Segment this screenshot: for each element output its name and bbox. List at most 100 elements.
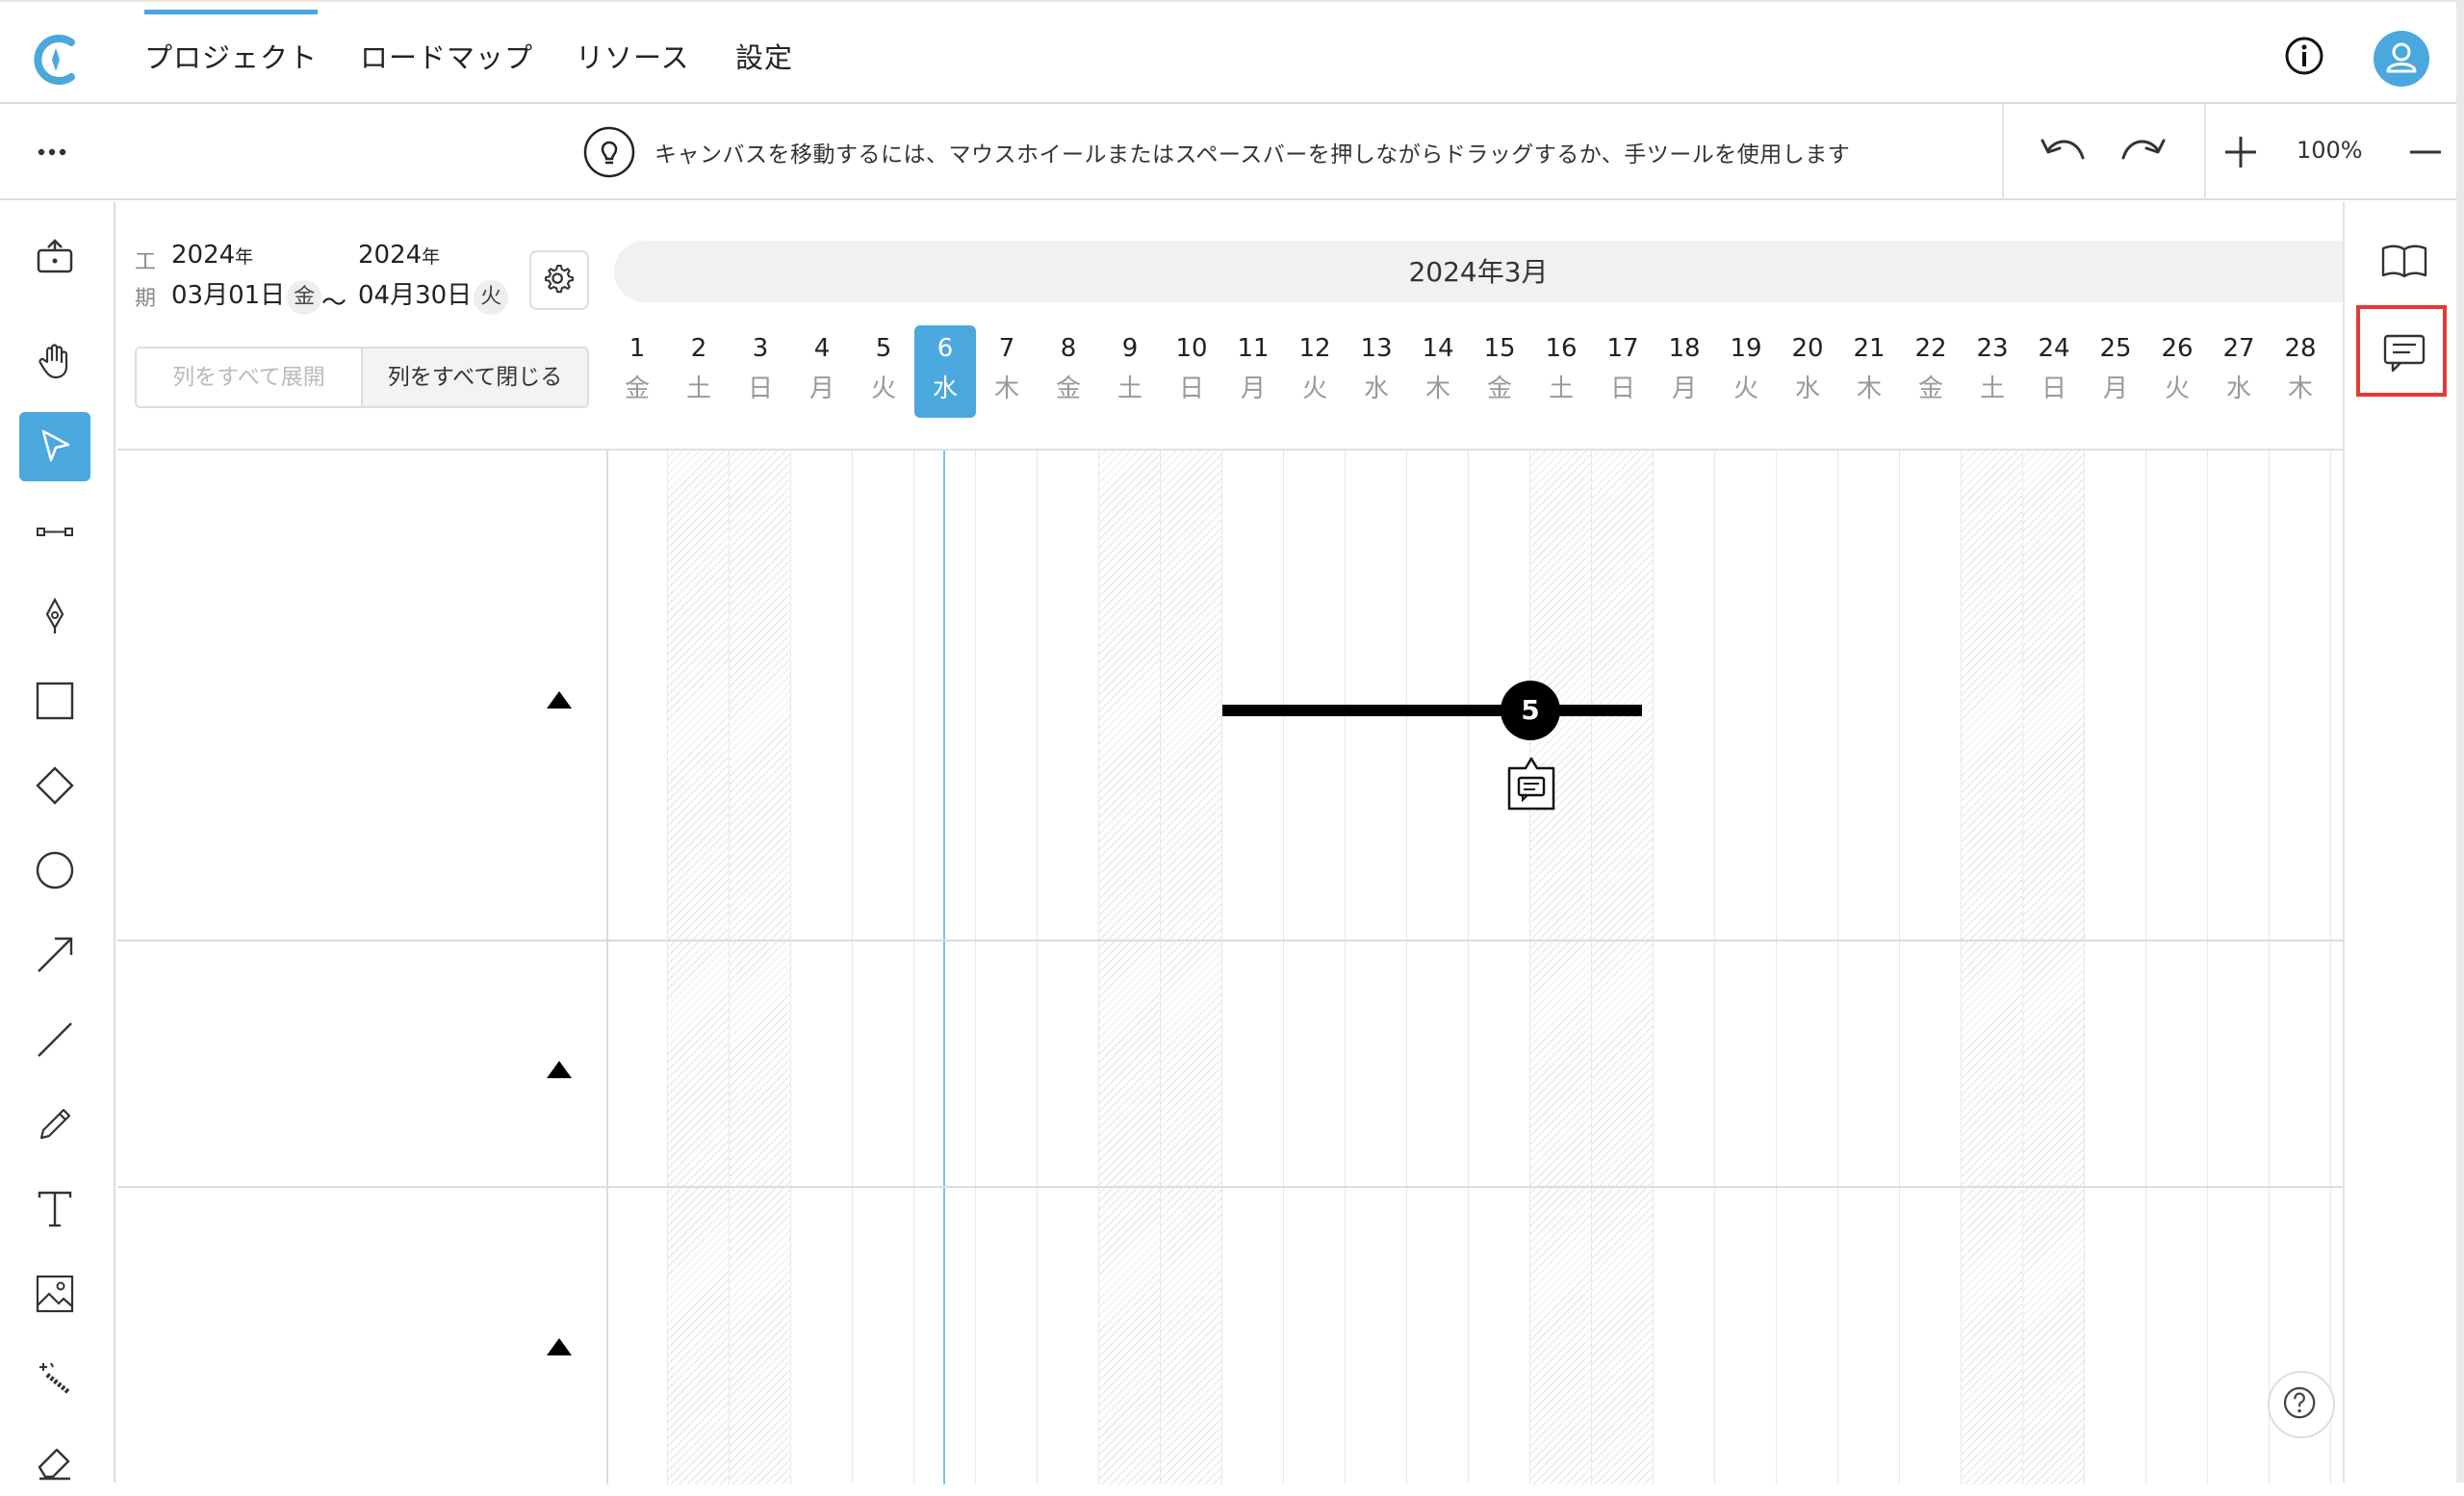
- day-header[interactable]: 8金: [1038, 325, 1099, 418]
- magic-wand-tool[interactable]: [19, 1344, 90, 1413]
- day-header[interactable]: 1金: [606, 325, 668, 418]
- day-header[interactable]: 2土: [668, 325, 730, 418]
- day-header[interactable]: 12 火: [1284, 325, 1346, 418]
- diamond-tool[interactable]: [19, 751, 90, 820]
- tab-resources[interactable]: リソース: [576, 2, 690, 104]
- text-tool[interactable]: [19, 1174, 90, 1244]
- info-icon[interactable]: [2283, 35, 2325, 77]
- day-column: [853, 451, 914, 1484]
- day-weekday: 日: [1609, 374, 1635, 403]
- expand-all-button[interactable]: 列をすべて展開: [137, 348, 363, 406]
- start-date[interactable]: 03月01日金: [171, 275, 322, 315]
- month-label: 2024年3月: [1408, 256, 1549, 288]
- row-collapse-toggle-icon[interactable]: [545, 1336, 574, 1357]
- day-header[interactable]: 11 月: [1222, 325, 1284, 418]
- day-header[interactable]: 14 木: [1407, 325, 1469, 418]
- day-header[interactable]: 5火: [853, 325, 914, 418]
- end-date[interactable]: 04月30日火: [358, 275, 509, 315]
- circle-tool[interactable]: [19, 836, 90, 905]
- day-weekday: 木: [1856, 374, 1882, 403]
- row-collapse-toggle-icon[interactable]: [545, 1059, 574, 1080]
- export-tool[interactable]: [19, 221, 90, 291]
- pen-tool[interactable]: [19, 581, 90, 651]
- day-header[interactable]: 19 火: [1715, 325, 1777, 418]
- day-header[interactable]: 10 日: [1161, 325, 1222, 418]
- start-dow-badge: 金: [287, 280, 322, 315]
- day-weekday: 日: [1178, 374, 1204, 403]
- image-tool[interactable]: [19, 1259, 90, 1328]
- pencil-tool[interactable]: [19, 1090, 90, 1159]
- start-year: 2024年: [171, 241, 253, 270]
- app-logo-icon[interactable]: [27, 31, 85, 89]
- day-header[interactable]: 18 月: [1654, 325, 1715, 418]
- rectangle-icon: [36, 682, 74, 720]
- gantt-settings-button[interactable]: [529, 250, 589, 310]
- tab-roadmap[interactable]: ロードマップ: [360, 2, 533, 104]
- day-column: [2208, 451, 2270, 1484]
- end-year-suffix: 年: [422, 246, 441, 268]
- day-header[interactable]: 16 土: [1530, 325, 1592, 418]
- undo-icon[interactable]: [2037, 129, 2091, 175]
- line-tool[interactable]: [19, 1005, 90, 1074]
- day-column: [1407, 451, 1469, 1484]
- day-header[interactable]: 6水: [914, 325, 976, 418]
- day-header[interactable]: 28 木: [2270, 325, 2331, 418]
- day-header[interactable]: 15 金: [1469, 325, 1530, 418]
- help-button[interactable]: [2268, 1371, 2335, 1438]
- hand-tool[interactable]: [19, 325, 90, 395]
- more-options-icon[interactable]: [33, 133, 71, 171]
- day-header[interactable]: 25 月: [2085, 325, 2146, 418]
- tab-settings[interactable]: 設定: [735, 2, 793, 104]
- day-header[interactable]: 26 火: [2146, 325, 2208, 418]
- day-header[interactable]: 22 金: [1900, 325, 1962, 418]
- day-weekday: 木: [2287, 374, 2313, 403]
- arrow-tool[interactable]: [19, 920, 90, 990]
- day-header[interactable]: 24 日: [2023, 325, 2085, 418]
- day-column: [1777, 451, 1838, 1484]
- day-header[interactable]: 20 水: [1777, 325, 1838, 418]
- task-bar[interactable]: [1222, 705, 1642, 716]
- day-weekday: 土: [685, 374, 711, 403]
- day-header[interactable]: 17 日: [1592, 325, 1654, 418]
- book-icon[interactable]: [2379, 237, 2429, 287]
- day-header[interactable]: 3日: [730, 325, 791, 418]
- day-number: 3: [752, 334, 769, 363]
- comment-highlight-box: [2356, 305, 2447, 397]
- rectangle-tool[interactable]: [19, 666, 90, 735]
- row-collapse-toggle-icon[interactable]: [545, 689, 574, 710]
- day-column: [976, 451, 1038, 1484]
- start-date-value: 03月01日: [171, 281, 286, 310]
- day-header[interactable]: 9土: [1099, 325, 1161, 418]
- milestone-marker[interactable]: 5: [1501, 681, 1560, 740]
- day-column: [914, 451, 976, 1484]
- comment-marker-icon[interactable]: [1505, 755, 1557, 812]
- pen-icon: [45, 597, 64, 633]
- zoom-out-icon[interactable]: [2399, 129, 2452, 175]
- eraser-tool[interactable]: [19, 1427, 90, 1496]
- day-header[interactable]: 7木: [976, 325, 1038, 418]
- day-number: 9: [1121, 334, 1139, 363]
- day-weekday: 火: [1732, 374, 1758, 403]
- zoom-in-icon[interactable]: [2214, 129, 2268, 175]
- weekend-column: [668, 451, 730, 1484]
- day-header[interactable]: 4月: [791, 325, 853, 418]
- lane-divider: [606, 451, 608, 1484]
- day-weekday: 水: [2225, 374, 2251, 403]
- select-tool[interactable]: [19, 412, 90, 481]
- user-avatar[interactable]: [2374, 31, 2429, 87]
- redo-icon[interactable]: [2116, 129, 2169, 175]
- tab-project[interactable]: プロジェクト: [144, 2, 319, 104]
- connector-tool[interactable]: [19, 497, 90, 566]
- day-column: [2085, 451, 2146, 1484]
- day-weekday: 火: [1301, 374, 1327, 403]
- toolbar-divider: [2204, 104, 2206, 198]
- day-header[interactable]: 27 水: [2208, 325, 2270, 418]
- day-column: [1715, 451, 1777, 1484]
- day-column: [2146, 451, 2208, 1484]
- day-header[interactable]: 13 水: [1346, 325, 1407, 418]
- collapse-all-button[interactable]: 列をすべて閉じる: [363, 348, 587, 406]
- day-header[interactable]: 21 木: [1838, 325, 1900, 418]
- day-header[interactable]: 23 土: [1962, 325, 2023, 418]
- weekend-column: [730, 451, 791, 1484]
- day-column: [1346, 451, 1407, 1484]
